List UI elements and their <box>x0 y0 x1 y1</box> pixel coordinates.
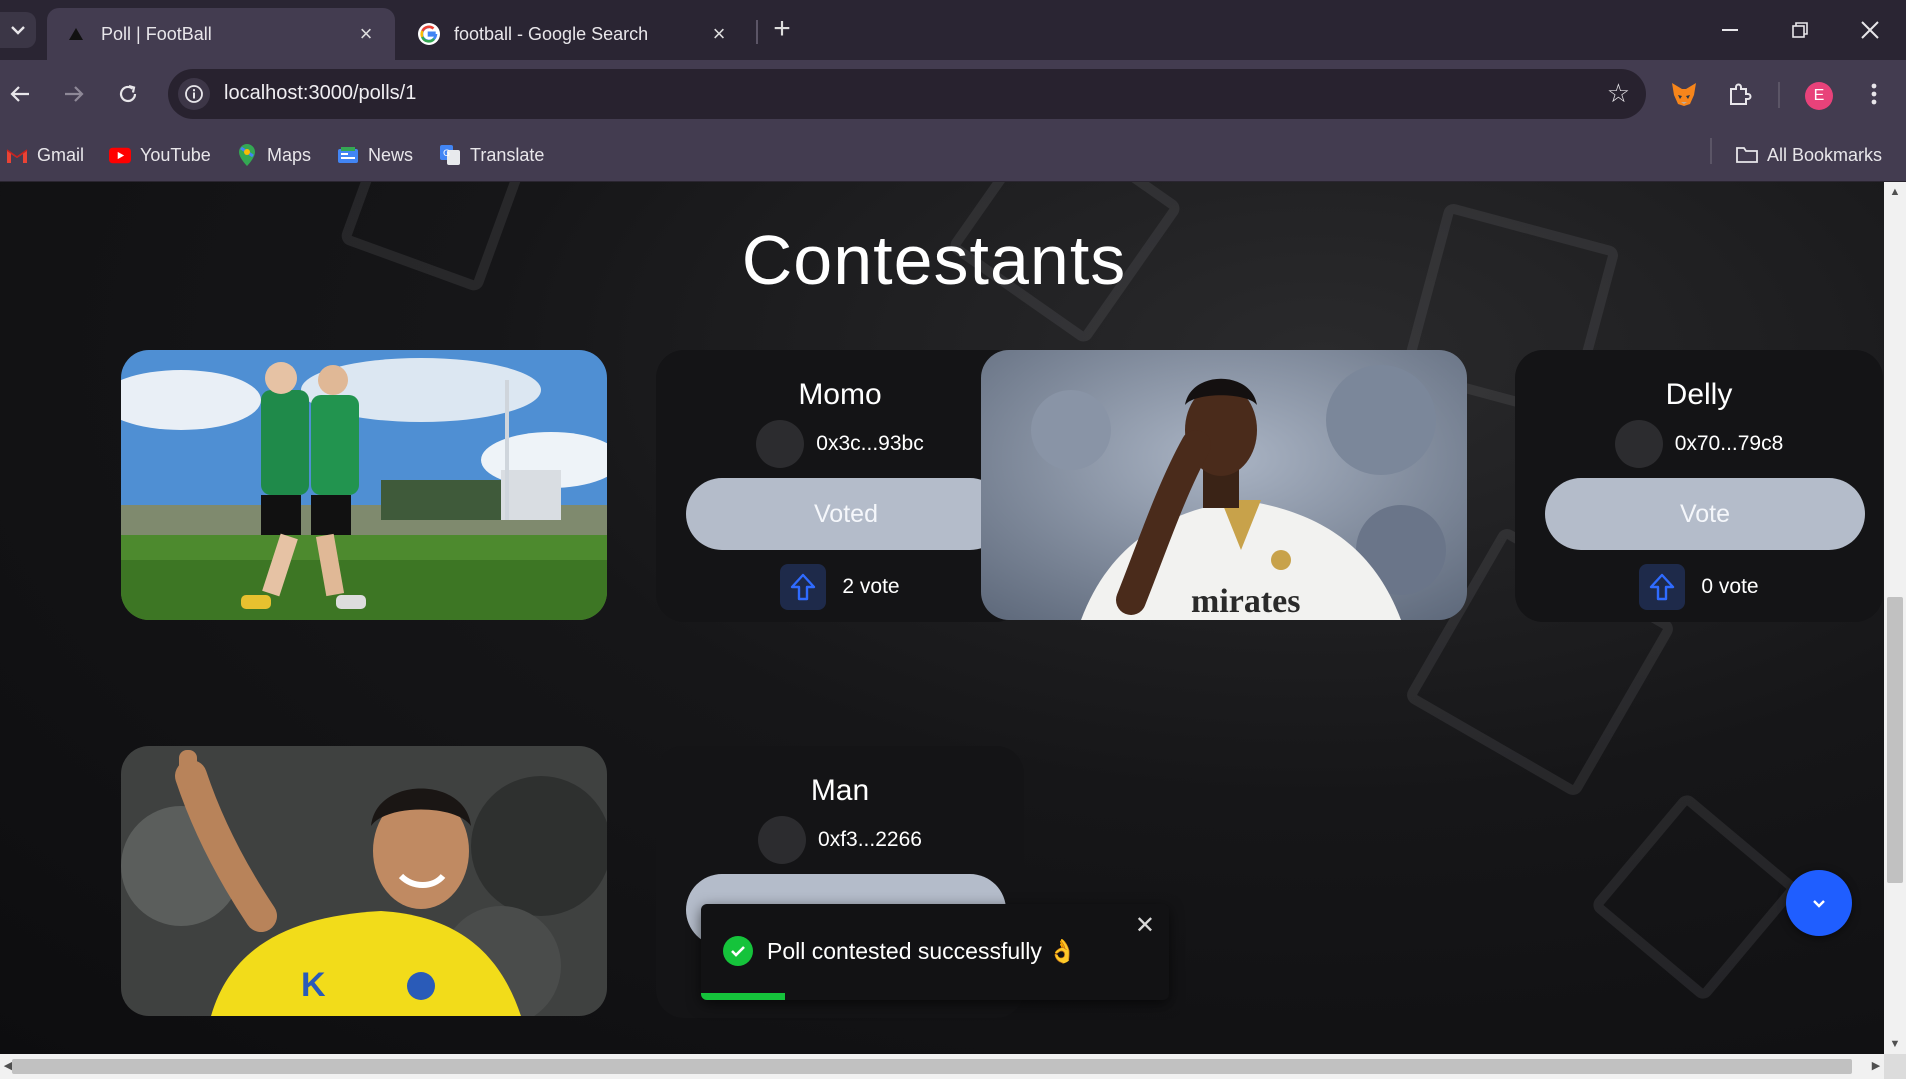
background-cube <box>1589 791 1801 1003</box>
google-g-icon <box>418 23 440 45</box>
contestant-photo-momo <box>121 350 607 620</box>
scroll-up-arrow-icon[interactable]: ▲ <box>1884 182 1906 202</box>
metamask-fox-icon[interactable] <box>1666 76 1702 112</box>
new-tab-plus-icon[interactable]: + <box>766 14 798 46</box>
bookmarks-bar: Gmail YouTube Maps News G Translate All … <box>0 128 1906 182</box>
restore-icon[interactable] <box>1768 8 1832 52</box>
contestant-address: 0xf3...2266 <box>656 816 1024 864</box>
bookmark-label: News <box>368 144 414 165</box>
close-tab-icon[interactable]: × <box>708 23 730 45</box>
vertical-scrollbar[interactable]: ▲ ▼ <box>1884 182 1906 1054</box>
bookmark-star-icon[interactable]: ☆ <box>1607 79 1630 107</box>
success-check-icon <box>723 936 753 966</box>
bookmark-label: Maps <box>267 144 312 165</box>
vertical-scroll-thumb[interactable] <box>1887 597 1903 883</box>
all-bookmarks[interactable]: All Bookmarks <box>1736 142 1882 168</box>
upvote-arrow-icon <box>1639 564 1686 610</box>
contestant-photo-delly: mirates <box>981 350 1467 620</box>
scroll-right-arrow-icon[interactable]: ▶ <box>1868 1054 1884 1079</box>
browser-toolbar: localhost:3000/polls/1 ☆ E <box>0 60 1906 128</box>
tab-divider <box>756 20 758 44</box>
site-info-icon[interactable] <box>178 78 210 110</box>
svg-text:mirates: mirates <box>1191 583 1301 620</box>
tab-poll-football[interactable]: Poll | FootBall × <box>47 8 395 60</box>
bookmark-translate[interactable]: G Translate <box>439 142 544 168</box>
contestant-photo-man: K <box>121 746 607 1016</box>
bookmark-maps[interactable]: Maps <box>236 142 311 168</box>
contestant-card-momo: Momo 0x3c...93bc Voted 2 vote <box>656 350 1024 622</box>
upvote-arrow-icon <box>780 564 827 610</box>
address-text: 0xf3...2266 <box>818 828 922 851</box>
chevron-down-icon <box>1813 899 1825 908</box>
address-text: 0x3c...93bc <box>816 432 924 455</box>
avatar <box>758 816 807 864</box>
address-text: 0x70...79c8 <box>1674 432 1784 455</box>
vercel-triangle-icon <box>65 23 87 45</box>
bookmark-label: Translate <box>470 144 545 165</box>
minimize-icon[interactable] <box>1698 8 1762 52</box>
tab-title: Poll | FootBall <box>101 23 212 44</box>
scroll-down-arrow-icon[interactable]: ▼ <box>1884 1034 1906 1054</box>
contestant-name: Delly <box>1665 378 1733 411</box>
page-title: Contestants <box>741 221 1127 299</box>
horizontal-scrollbar[interactable]: ◀ ▶ <box>0 1054 1884 1079</box>
gmail-icon <box>6 144 28 166</box>
toast-notification: Poll contested successfully 👌 ✕ <box>701 904 1169 1000</box>
vote-count: 0 vote <box>1515 564 1883 610</box>
tab-search-button[interactable] <box>0 12 36 48</box>
tab-title: football - Google Search <box>454 23 649 44</box>
contestant-address: 0x3c...93bc <box>656 420 1024 468</box>
browser-chrome: Poll | FootBall × football - Google Sear… <box>0 0 1906 182</box>
bookmark-news[interactable]: News <box>337 142 413 168</box>
translate-icon: G <box>439 144 461 166</box>
toast-message: Poll contested successfully 👌 <box>767 938 1077 964</box>
news-icon <box>337 144 359 166</box>
tab-strip: Poll | FootBall × football - Google Sear… <box>0 0 1906 60</box>
contestant-address: 0x70...79c8 <box>1515 420 1883 468</box>
voted-button[interactable]: Voted <box>686 478 1006 550</box>
bookmarks-divider <box>1710 138 1712 164</box>
back-arrow-icon[interactable] <box>0 74 40 114</box>
extensions-puzzle-icon[interactable] <box>1722 76 1758 112</box>
url-text[interactable]: localhost:3000/polls/1 <box>224 82 416 105</box>
tab-google-search[interactable]: football - Google Search × <box>400 8 748 60</box>
folder-icon <box>1736 144 1758 166</box>
vote-count: 2 vote <box>656 564 1024 610</box>
toolbar-divider <box>1778 82 1780 108</box>
bookmark-label: YouTube <box>140 144 211 165</box>
toast-progress-bar <box>701 993 786 1000</box>
contestant-card-delly: Delly 0x70...79c8 Vote 0 vote <box>1515 350 1883 622</box>
kebab-menu-icon[interactable] <box>1856 76 1892 112</box>
profile-avatar[interactable]: E <box>1805 82 1833 110</box>
avatar <box>756 420 805 468</box>
youtube-icon <box>109 144 131 166</box>
avatar <box>1614 420 1663 468</box>
scroll-down-button[interactable] <box>1786 870 1852 936</box>
contestant-name: Momo <box>798 378 882 411</box>
svg-text:K: K <box>301 966 326 1004</box>
close-window-icon[interactable] <box>1838 8 1902 52</box>
close-tab-icon[interactable]: × <box>355 23 377 45</box>
vote-count-text: 2 vote <box>842 575 900 598</box>
contestant-name: Man <box>810 774 870 807</box>
vote-button[interactable]: Vote <box>1545 478 1865 550</box>
scrollbar-corner <box>1884 1054 1906 1079</box>
svg-text:G: G <box>443 149 450 159</box>
vote-count-text: 0 vote <box>1701 575 1759 598</box>
bookmark-youtube[interactable]: YouTube <box>109 142 211 168</box>
toast-close-icon[interactable]: ✕ <box>1135 914 1155 938</box>
reload-icon[interactable] <box>108 74 148 114</box>
chevron-down-icon <box>11 26 25 35</box>
maps-pin-icon <box>236 144 258 166</box>
address-bar[interactable]: localhost:3000/polls/1 ☆ <box>168 69 1646 119</box>
forward-arrow-icon[interactable] <box>54 74 94 114</box>
all-bookmarks-label: All Bookmarks <box>1767 144 1883 165</box>
bookmark-gmail[interactable]: Gmail <box>6 142 84 168</box>
bookmark-label: Gmail <box>37 144 85 165</box>
horizontal-scroll-thumb[interactable] <box>12 1059 1852 1074</box>
